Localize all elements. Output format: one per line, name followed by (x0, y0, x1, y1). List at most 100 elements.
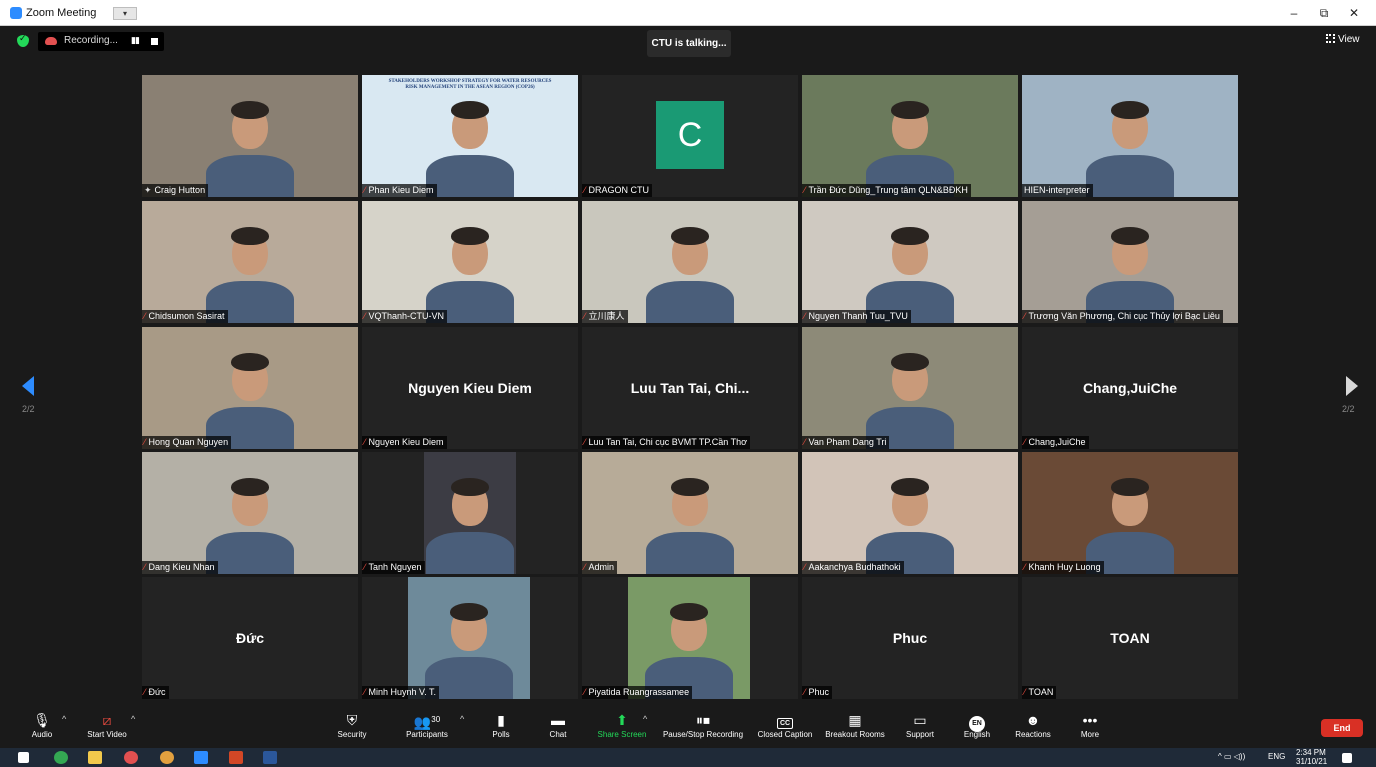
notifications-icon[interactable] (1342, 753, 1352, 763)
previous-page-arrow-icon[interactable] (22, 376, 34, 396)
participant-tile[interactable]: HIEN-interpreter (1022, 75, 1238, 197)
clock[interactable]: 2:34 PM 31/10/21 (1296, 748, 1327, 766)
participant-video (142, 75, 358, 197)
participant-tile[interactable]: ⁄ 立川康人 (582, 201, 798, 323)
participant-tile[interactable]: C ⁄ DRAGON CTU (582, 75, 798, 197)
person-hair-shape (231, 478, 269, 496)
participant-tile[interactable]: ⁄ Chidsumon Sasirat (142, 201, 358, 323)
participant-tile[interactable]: Chang,JuiChe ⁄ Chang,JuiChe (1022, 327, 1238, 449)
tray-icons[interactable]: ^ ▭ ◁)) (1218, 752, 1245, 761)
stop-recording-icon[interactable] (151, 38, 158, 45)
participant-tile[interactable]: ⁄ Dang Kieu Nhan (142, 452, 358, 574)
participant-name: Trần Đức Dũng_Trung tâm QLN&BĐKH (808, 185, 968, 195)
input-language[interactable]: ENG (1268, 752, 1285, 761)
participant-name: Khanh Huy Luong (1028, 562, 1101, 572)
view-label: View (1338, 34, 1360, 45)
participant-tile[interactable]: ⁄ Trương Văn Phương, Chi cục Thủy lợi Bạc… (1022, 201, 1238, 323)
file-explorer-icon[interactable] (88, 751, 102, 764)
view-button[interactable]: View (1326, 34, 1360, 45)
participant-name-label: ⁄ Admin (582, 561, 618, 574)
participant-tile[interactable]: ⁄ Nguyen Thanh Tuu_TVU (802, 201, 1018, 323)
person-hair-shape (891, 101, 929, 119)
support-button[interactable]: ▭ Support (901, 710, 939, 739)
close-button[interactable]: ✕ (1340, 4, 1368, 22)
participant-name-label: ⁄ 立川康人 (582, 310, 628, 323)
pause-recording-label: Pause/Stop Recording (662, 730, 744, 739)
windows-start-icon[interactable] (18, 752, 29, 763)
end-meeting-button[interactable]: End (1321, 719, 1363, 737)
powerpoint-app-icon[interactable] (229, 751, 243, 764)
closed-caption-button[interactable]: CC Closed Caption (755, 710, 815, 739)
participant-tile[interactable]: ⁄ Minh Huynh V. T. (362, 577, 578, 699)
participant-name: Piyatida Ruangrassamee (588, 687, 690, 697)
zoom-app-icon[interactable] (194, 751, 208, 764)
share-options-caret-icon[interactable]: ^ (643, 714, 647, 724)
mic-muted-icon: ⁄ (584, 185, 586, 195)
participant-tile[interactable]: ⁄ Admin (582, 452, 798, 574)
participant-tile[interactable]: ⁄ Tanh Nguyen (362, 452, 578, 574)
person-body-shape (206, 155, 294, 197)
participant-tile[interactable]: Đức ⁄ Đức (142, 577, 358, 699)
start-video-label: Start Video (87, 730, 127, 739)
share-screen-button[interactable]: ⬆ Share Screen (594, 710, 650, 739)
pause-stop-recording-button[interactable]: ⏸⏹ Pause/Stop Recording (660, 710, 746, 739)
closed-caption-icon: CC (776, 718, 794, 729)
breakout-rooms-label: Breakout Rooms (825, 730, 885, 739)
next-page-arrow-icon[interactable] (1346, 376, 1358, 396)
mic-muted-icon: ⁄ (144, 311, 146, 321)
participant-name: Luu Tan Tai, Chi cục BVMT TP.Cần Thơ (588, 437, 748, 447)
participant-tile[interactable]: Luu Tan Tai, Chi... ⁄ Luu Tan Tai, Chi cục… (582, 327, 798, 449)
browser-app-icon[interactable] (124, 751, 138, 764)
reactions-button[interactable]: ☻ Reactions (1013, 710, 1053, 739)
chrome-alt-app-icon[interactable] (160, 751, 174, 764)
participant-name: Nguyen Kieu Diem (368, 437, 444, 447)
restore-button[interactable]: ⧉ (1310, 4, 1338, 22)
mic-muted-icon: ⁄ (804, 311, 806, 321)
polls-button[interactable]: ▮ Polls (487, 710, 515, 739)
participant-name: 立川康人 (588, 311, 625, 321)
participant-name-label: ⁄ Chang,JuiChe (1022, 436, 1089, 449)
participants-caret-icon[interactable]: ^ (460, 714, 464, 724)
support-label: Support (905, 730, 935, 739)
participant-name-label: ⁄ Phan Kieu Diem (362, 184, 437, 197)
audio-options-caret-icon[interactable]: ^ (62, 714, 66, 724)
participant-tile[interactable]: ⁄ Van Pham Dang Tri (802, 327, 1018, 449)
participant-tile[interactable]: Phuc ⁄ Phuc (802, 577, 1018, 699)
audio-button[interactable]: 🎙 Audio (28, 710, 56, 739)
participant-display-name: TOAN (1110, 630, 1150, 646)
participant-tile[interactable]: ✦ Craig Hutton (142, 75, 358, 197)
minimize-button[interactable]: – (1280, 4, 1308, 22)
participant-name-label: ⁄ TOAN (1022, 686, 1057, 699)
participant-name-label: ⁄ Aakanchya Budhathoki (802, 561, 904, 574)
person-hair-shape (451, 227, 489, 245)
chevron-down-icon[interactable]: ▾ (113, 7, 137, 20)
participant-name: Đức (148, 687, 166, 697)
zoom-window: Zoom Meeting ▾ – ⧉ ✕ Recording... ▮▮ CTU… (0, 0, 1376, 767)
security-button[interactable]: ⛨ Security (334, 710, 370, 739)
closed-caption-label: Closed Caption (757, 730, 813, 739)
participant-video (1022, 201, 1238, 323)
participant-tile[interactable]: ⁄ Hong Quan Nguyen (142, 327, 358, 449)
participant-tile[interactable]: ⁄ VQThanh-CTU-VN (362, 201, 578, 323)
video-options-caret-icon[interactable]: ^ (131, 714, 135, 724)
participant-tile[interactable]: ⁄ Khanh Huy Luong (1022, 452, 1238, 574)
chat-label: Chat (549, 730, 567, 739)
start-video-button[interactable]: ⧄ Start Video (84, 710, 130, 739)
security-shield-icon[interactable] (17, 33, 29, 47)
chrome-app-icon[interactable] (54, 751, 68, 764)
more-button[interactable]: ••• More (1076, 710, 1104, 739)
participant-tile[interactable]: ⁄ Piyatida Ruangrassamee (582, 577, 798, 699)
person-body-shape (646, 532, 734, 574)
chat-button[interactable]: ▬ Chat (544, 710, 572, 739)
participant-tile[interactable]: TOAN ⁄ TOAN (1022, 577, 1238, 699)
participant-tile[interactable]: ⁄ Aakanchya Budhathoki (802, 452, 1018, 574)
participant-tile[interactable]: Nguyen Kieu Diem ⁄ Nguyen Kieu Diem (362, 327, 578, 449)
english-button[interactable]: EN English (959, 710, 995, 739)
participant-tile[interactable]: STAKEHOLDERS WORKSHOP STRATEGY FOR WATER… (362, 75, 578, 197)
participants-button[interactable]: 👥30 Participants (402, 710, 452, 739)
word-app-icon[interactable] (263, 751, 277, 764)
mic-muted-icon: ⁄ (364, 185, 366, 195)
breakout-rooms-button[interactable]: ▦ Breakout Rooms (822, 710, 888, 739)
participant-tile[interactable]: ⁄ Trần Đức Dũng_Trung tâm QLN&BĐKH (802, 75, 1018, 197)
pause-recording-icon[interactable]: ▮▮ (131, 35, 140, 46)
